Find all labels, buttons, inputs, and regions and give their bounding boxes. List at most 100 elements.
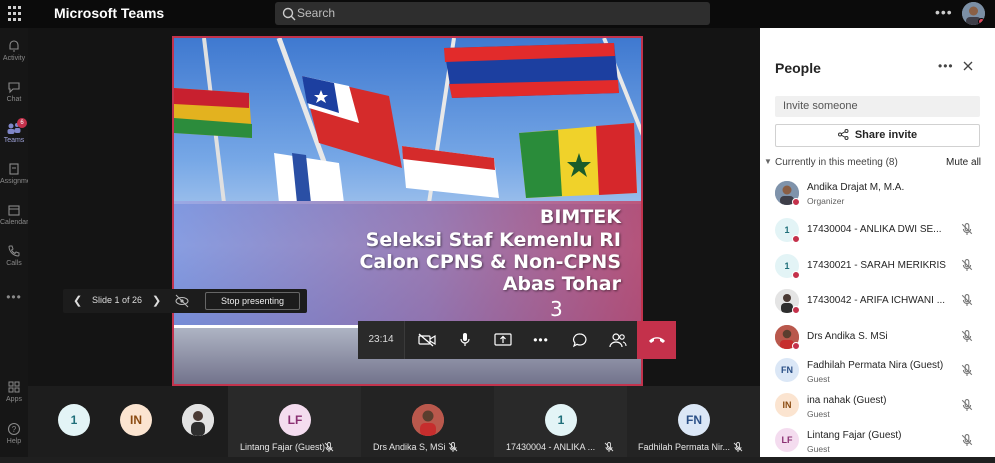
stop-presenting-button[interactable]: Stop presenting bbox=[205, 292, 300, 310]
apps-icon bbox=[8, 381, 20, 393]
app-launcher-icon[interactable] bbox=[8, 6, 24, 22]
gallery-name: 17430004 - ANLIKA ... bbox=[506, 442, 596, 452]
next-slide-icon[interactable]: ❯ bbox=[152, 294, 161, 307]
participant-role: Guest bbox=[807, 444, 830, 454]
people-panel: People ••• Invite someone Share invite ▼… bbox=[760, 28, 995, 457]
share-icon bbox=[837, 129, 849, 140]
gallery-group-tile[interactable]: 1 IN bbox=[28, 386, 228, 457]
camera-off-button[interactable] bbox=[408, 321, 446, 359]
rail-item-assignments[interactable]: Assignments bbox=[0, 162, 40, 185]
mic-off-icon[interactable] bbox=[961, 294, 973, 306]
mic-off-icon[interactable] bbox=[961, 330, 973, 342]
search-placeholder: Search bbox=[297, 6, 336, 20]
slide-line-4: Abas Tohar bbox=[502, 273, 621, 295]
rail-item-activity[interactable]: Activity bbox=[0, 39, 28, 62]
gallery-name: Drs Andika S, MSi bbox=[373, 442, 446, 452]
svg-text:?: ? bbox=[12, 425, 17, 434]
rail-label: Calls bbox=[6, 260, 22, 267]
participant-name: Andika Drajat M, M.A. bbox=[807, 182, 905, 193]
participant-row[interactable]: 17430042 - ARIFA ICHWANI ... bbox=[760, 287, 995, 322]
rail-label: Activity bbox=[2, 55, 26, 62]
gallery-name: Fadhilah Permata Nir... bbox=[638, 442, 731, 452]
rail-label: Teams bbox=[3, 137, 25, 144]
gallery-tile[interactable]: LF Lintang Fajar (Guest) bbox=[228, 386, 361, 457]
mic-off-icon[interactable] bbox=[961, 434, 973, 446]
rail-item-calls[interactable]: Calls bbox=[0, 244, 28, 267]
participant-avatar: LF bbox=[775, 428, 799, 452]
rail-label: Help bbox=[6, 438, 22, 445]
show-conversation-button[interactable] bbox=[561, 321, 599, 359]
microphone-button[interactable] bbox=[446, 321, 484, 359]
participant-name: 17430004 - ANLIKA DWI SE... bbox=[807, 224, 942, 235]
rail-label: Calendar bbox=[0, 219, 29, 226]
search-input[interactable]: Search bbox=[275, 2, 710, 25]
show-participants-button[interactable] bbox=[599, 321, 637, 359]
mic-off-icon bbox=[733, 442, 743, 452]
hide-view-icon[interactable] bbox=[174, 293, 190, 309]
invite-input[interactable]: Invite someone bbox=[775, 96, 980, 117]
more-apps-icon[interactable]: ••• bbox=[0, 290, 28, 304]
slide-counter: Slide 1 of 26 bbox=[92, 295, 143, 305]
gallery-avatar: FN bbox=[678, 404, 710, 436]
participant-row[interactable]: IN ina nahak (Guest) Guest bbox=[760, 393, 995, 428]
participant-row[interactable]: Andika Drajat M, M.A. Organizer bbox=[760, 176, 995, 211]
rail-item-calendar[interactable]: Calendar bbox=[0, 203, 28, 226]
gallery-avatar: 1 bbox=[545, 404, 577, 436]
slide-line-3: Calon CPNS & Non-CPNS bbox=[359, 251, 621, 273]
more-actions-button[interactable]: ••• bbox=[522, 321, 560, 359]
mic-off-icon[interactable] bbox=[961, 223, 973, 235]
call-control-bar: 23:14 ••• bbox=[358, 321, 676, 359]
participant-name: Fadhilah Permata Nira (Guest) bbox=[807, 360, 944, 371]
share-invite-button[interactable]: Share invite bbox=[775, 124, 980, 147]
gallery-avatar: IN bbox=[120, 404, 152, 436]
hang-up-icon bbox=[648, 337, 665, 343]
participant-row[interactable]: 1 17430021 - SARAH MERIKRIS bbox=[760, 252, 995, 287]
participant-name: 17430042 - ARIFA ICHWANI ... bbox=[807, 295, 946, 306]
participant-row[interactable]: 1 17430004 - ANLIKA DWI SE... bbox=[760, 216, 995, 251]
participant-row[interactable]: FN Fadhilah Permata Nira (Guest) Guest bbox=[760, 358, 995, 393]
mic-off-icon[interactable] bbox=[961, 364, 973, 376]
mic-off-icon bbox=[324, 442, 334, 452]
participant-row[interactable]: LF Lintang Fajar (Guest) Guest bbox=[760, 428, 995, 463]
gallery-avatar: LF bbox=[279, 404, 311, 436]
camera-off-icon bbox=[418, 333, 436, 347]
participant-role: Guest bbox=[807, 409, 830, 419]
gallery-tile[interactable]: FN Fadhilah Permata Nir... bbox=[627, 386, 760, 457]
gallery-tile[interactable]: 1 17430004 - ANLIKA ... bbox=[494, 386, 627, 457]
participant-avatar: FN bbox=[775, 358, 799, 382]
mic-off-icon[interactable] bbox=[961, 399, 973, 411]
more-options-icon[interactable]: ••• bbox=[935, 4, 953, 20]
microphone-icon bbox=[460, 333, 470, 346]
presence-busy-icon bbox=[792, 306, 800, 314]
call-timer: 23:14 bbox=[358, 321, 405, 359]
gallery-tile[interactable]: Drs Andika S, MSi bbox=[361, 386, 494, 457]
participant-name: Drs Andika S. MSi bbox=[807, 331, 888, 342]
leave-call-button[interactable] bbox=[637, 321, 676, 359]
close-icon[interactable] bbox=[962, 60, 974, 72]
chat-icon bbox=[8, 82, 20, 94]
mute-all-button[interactable]: Mute all bbox=[946, 157, 981, 168]
rail-label: Apps bbox=[6, 396, 22, 403]
rail-item-help[interactable]: ? Help bbox=[0, 422, 28, 445]
presence-busy-icon bbox=[792, 271, 800, 279]
participant-name: Lintang Fajar (Guest) bbox=[807, 430, 902, 441]
share-content-button[interactable] bbox=[484, 321, 522, 359]
participant-row[interactable]: Drs Andika S. MSi bbox=[760, 323, 995, 358]
slide-number: 3 bbox=[550, 297, 563, 321]
mic-off-icon[interactable] bbox=[961, 259, 973, 271]
presence-busy-icon bbox=[792, 235, 800, 243]
participant-name: 17430021 - SARAH MERIKRIS bbox=[807, 260, 946, 271]
calendar-icon bbox=[8, 205, 20, 216]
participant-avatar: IN bbox=[775, 393, 799, 417]
rail-item-teams[interactable]: 6 Teams bbox=[0, 118, 28, 144]
previous-slide-icon[interactable]: ❮ bbox=[73, 294, 82, 307]
more-options-icon[interactable]: ••• bbox=[938, 59, 954, 73]
rail-item-apps[interactable]: Apps bbox=[0, 380, 28, 403]
gallery-name: Lintang Fajar (Guest) bbox=[240, 442, 326, 452]
assignments-icon bbox=[9, 163, 19, 175]
rail-item-chat[interactable]: Chat bbox=[0, 80, 28, 103]
avatar[interactable] bbox=[962, 2, 985, 25]
presenter-toolbar: ❮ Slide 1 of 26 ❯ Stop presenting bbox=[63, 289, 307, 313]
participant-role: Organizer bbox=[807, 196, 845, 206]
section-label: Currently in this meeting (8) bbox=[775, 157, 898, 168]
